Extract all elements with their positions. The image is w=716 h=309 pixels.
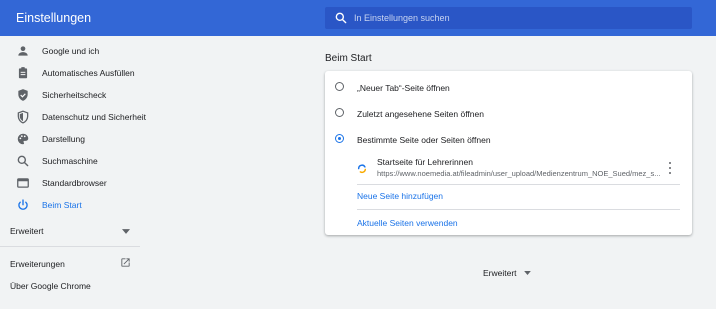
use-current-pages-link[interactable]: Aktuelle Seiten verwenden (357, 217, 458, 229)
sidebar-item-label: Automatisches Ausfüllen (42, 68, 135, 78)
app-header: Einstellungen In Einstellungen suchen (0, 0, 716, 36)
search-placeholder: In Einstellungen suchen (354, 13, 450, 23)
caret-down-icon (122, 229, 130, 234)
caret-down-icon (524, 271, 531, 275)
sidebar-item-label: Google und ich (42, 46, 100, 56)
person-icon (18, 46, 28, 56)
startup-page-entry: Startseite für Lehrerinnen https://www.n… (345, 155, 685, 181)
sidebar-item-on-startup[interactable]: Beim Start (0, 194, 150, 216)
add-page-link[interactable]: Neue Seite hinzufügen (357, 190, 443, 202)
clipboard-icon (18, 67, 28, 79)
shield-check-icon (18, 89, 28, 101)
main-advanced-label: Erweitert (483, 268, 517, 278)
option-label: „Neuer Tab“-Seite öffnen (357, 83, 450, 93)
search-input[interactable]: In Einstellungen suchen (325, 7, 692, 29)
radio-button[interactable] (335, 82, 344, 91)
sidebar-item-label: Standardbrowser (42, 178, 107, 188)
option-continue[interactable]: Zuletzt angesehene Seiten öffnen (325, 101, 692, 125)
sidebar-item-default-browser[interactable]: Standardbrowser (0, 172, 150, 194)
page-entry-title: Startseite für Lehrerinnen (377, 157, 473, 167)
sidebar-item-label: Datenschutz und Sicherheit (42, 112, 146, 122)
sidebar-item-search-engine[interactable]: Suchmaschine (0, 150, 150, 172)
sidebar-item-label: Darstellung (42, 134, 85, 144)
section-title: Beim Start (325, 53, 372, 64)
radio-button[interactable] (335, 108, 344, 117)
search-icon (17, 155, 29, 167)
power-icon (18, 199, 28, 210)
shield-icon (17, 110, 29, 124)
sidebar-divider (0, 246, 140, 247)
card-divider (357, 209, 680, 210)
radio-button-selected[interactable] (335, 134, 344, 143)
sidebar-advanced-toggle[interactable]: Erweitert (0, 221, 140, 241)
sidebar-item-label: Beim Start (42, 200, 82, 210)
sidebar-about-label: Über Google Chrome (10, 281, 91, 291)
main-advanced-toggle[interactable]: Erweitert (480, 265, 540, 281)
browser-icon (17, 178, 29, 188)
card-divider (357, 184, 680, 185)
sidebar-item-label: Sicherheitscheck (42, 90, 107, 100)
sidebar-item-label: Suchmaschine (42, 156, 98, 166)
sidebar-item-autofill[interactable]: Automatisches Ausfüllen (0, 62, 150, 84)
search-icon (335, 12, 347, 24)
sidebar-about-link[interactable]: Über Google Chrome (0, 276, 140, 296)
option-label: Zuletzt angesehene Seiten öffnen (357, 109, 484, 119)
more-vert-icon[interactable] (665, 161, 675, 175)
sidebar-extensions-link[interactable]: Erweiterungen (0, 254, 140, 274)
option-specific-pages[interactable]: Bestimmte Seite oder Seiten öffnen (325, 127, 692, 151)
sidebar-advanced-label: Erweitert (10, 226, 44, 236)
page-entry-url: https://www.noemedia.at/fileadmin/user_u… (377, 169, 661, 178)
option-new-tab[interactable]: „Neuer Tab“-Seite öffnen (325, 75, 692, 99)
option-label: Bestimmte Seite oder Seiten öffnen (357, 135, 491, 145)
open-in-new-icon (121, 258, 130, 267)
sidebar-item-privacy[interactable]: Datenschutz und Sicherheit (0, 106, 150, 128)
startup-card: „Neuer Tab“-Seite öffnen Zuletzt angeseh… (325, 71, 692, 235)
sidebar-item-security-check[interactable]: Sicherheitscheck (0, 84, 150, 106)
app-title: Einstellungen (16, 11, 92, 25)
sidebar-extensions-label: Erweiterungen (10, 259, 65, 269)
sidebar-item-appearance[interactable]: Darstellung (0, 128, 150, 150)
sidebar-item-google-und-ich[interactable]: Google und ich (0, 40, 150, 62)
palette-icon (17, 133, 29, 145)
site-favicon-icon (357, 164, 367, 174)
